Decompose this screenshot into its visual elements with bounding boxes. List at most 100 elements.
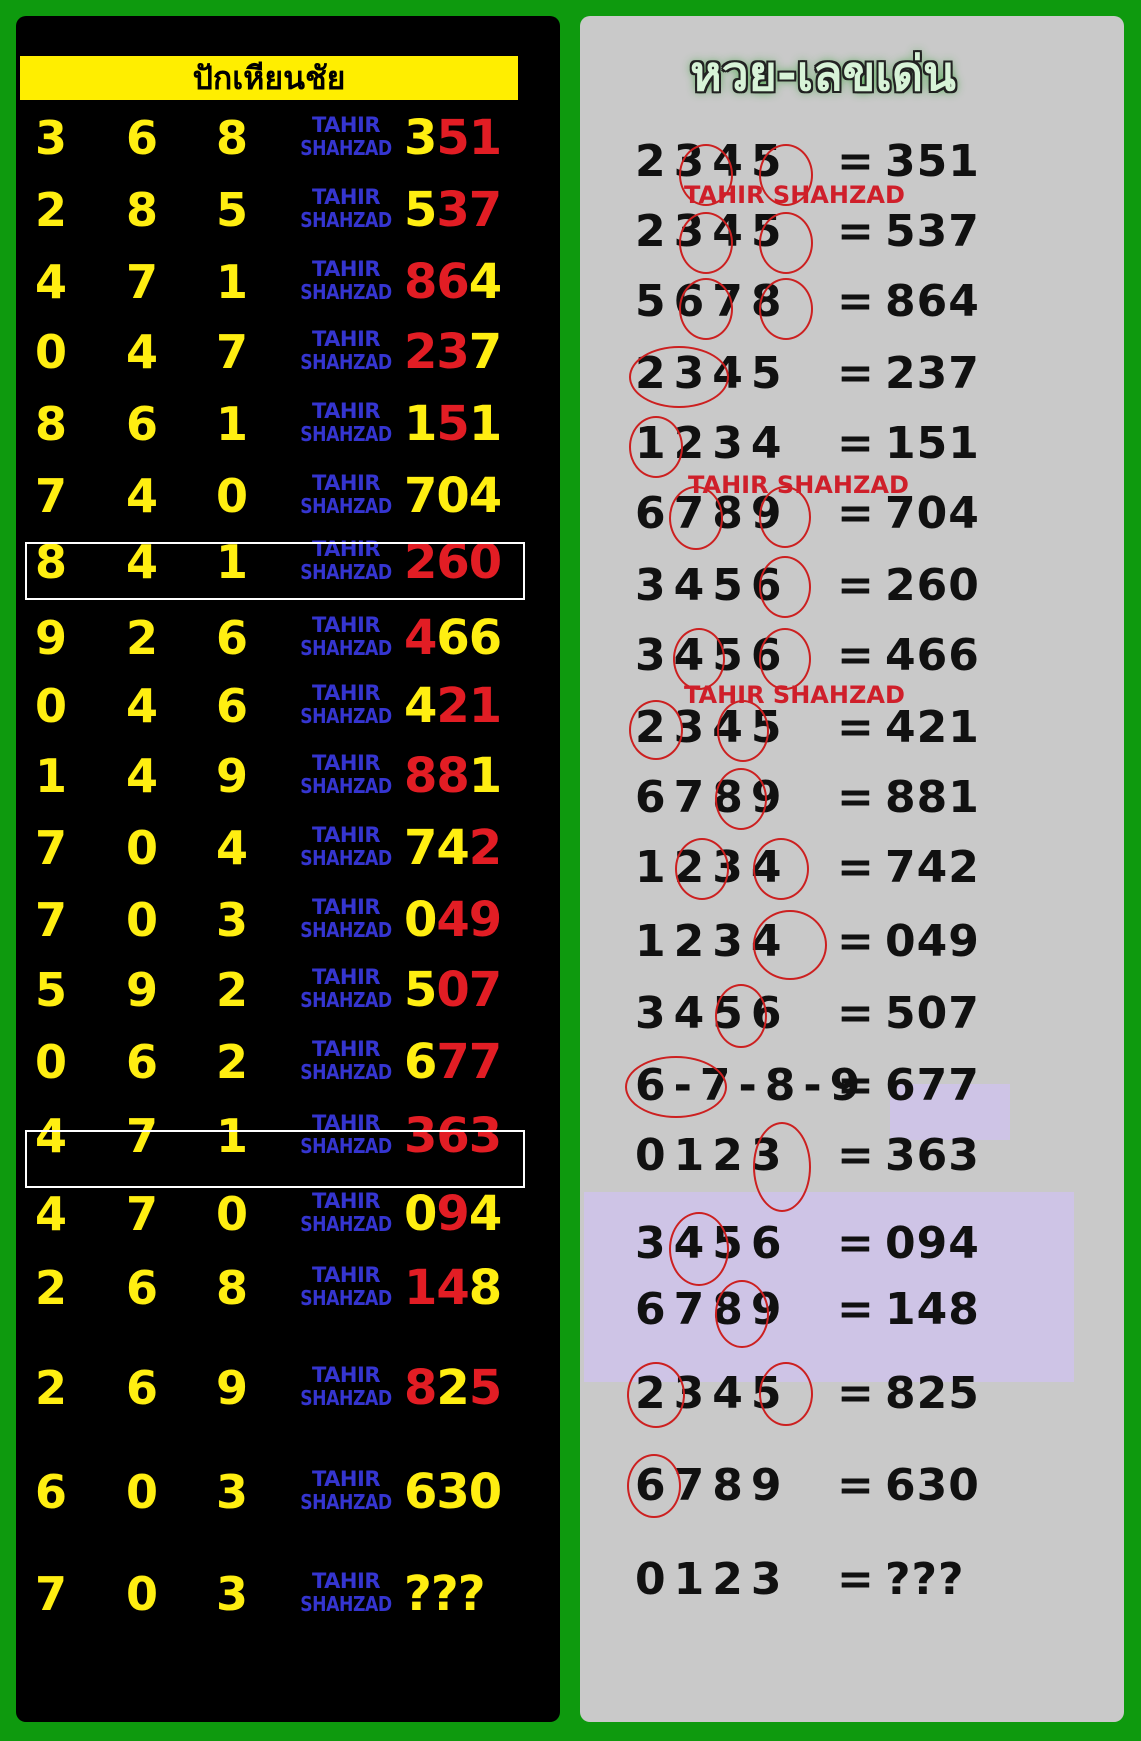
digit-sequence: 0123	[635, 1554, 790, 1605]
digit: 0	[125, 1465, 158, 1519]
watermark-line-1: TAHIR	[311, 823, 381, 847]
formula-value: ???	[885, 1554, 965, 1605]
result-segment: 86	[404, 254, 470, 310]
digit: 7	[34, 821, 67, 875]
digit: 2	[34, 1261, 67, 1315]
digit: 1	[215, 255, 248, 309]
digit: 3	[215, 1465, 248, 1519]
watermark-line-1: TAHIR	[311, 399, 381, 423]
circle-mark	[753, 838, 809, 900]
digit: 6	[215, 611, 248, 665]
watermark-line-1: TAHIR	[311, 185, 381, 209]
digit: 6	[125, 111, 158, 165]
watermark-line-2: SHAHZAD	[300, 494, 392, 518]
watermark-label: TAHIR SHAHZAD	[291, 1264, 401, 1310]
result-segment: 21	[436, 678, 502, 734]
result-number: 094	[404, 1184, 534, 1244]
watermark-label: TAHIR SHAHZAD	[684, 181, 905, 209]
formula-value: 677	[885, 1060, 980, 1111]
result-segment: 1	[404, 396, 437, 452]
result-segment: 5	[404, 962, 437, 1018]
result-segment: 66	[436, 610, 502, 666]
number-row: 6 0 3 TAHIR SHAHZAD 630	[16, 1462, 560, 1522]
circle-mark	[627, 1454, 681, 1518]
digit: 6	[125, 397, 158, 451]
watermark-label: TAHIR SHAHZAD	[291, 1190, 401, 1236]
watermark-label: TAHIR SHAHZAD	[291, 328, 401, 374]
equals-sign: =	[837, 276, 874, 327]
result-number: ???	[404, 1564, 534, 1624]
watermark-line-1: TAHIR	[311, 1569, 381, 1593]
watermark-line-1: TAHIR	[311, 1189, 381, 1213]
watermark-line-2: SHAHZAD	[300, 988, 392, 1012]
watermark-label: TAHIR SHAHZAD	[291, 824, 401, 870]
digit: 7	[34, 469, 67, 523]
digit: 5	[34, 963, 67, 1017]
formula-value: 094	[885, 1218, 980, 1269]
digit: 4	[125, 469, 158, 523]
result-segment: 704	[404, 468, 502, 524]
digit: 9	[34, 611, 67, 665]
watermark-line-1: TAHIR	[311, 965, 381, 989]
formula-value: 049	[885, 916, 980, 967]
equals-sign: =	[837, 1460, 874, 1511]
result-number: 825	[404, 1358, 534, 1418]
watermark-line-2: SHAHZAD	[300, 136, 392, 160]
formula-value: 507	[885, 988, 980, 1039]
digit: 8	[125, 183, 158, 237]
result-segment: 6	[404, 1034, 437, 1090]
number-row: 4 7 1 TAHIR SHAHZAD 864	[16, 252, 560, 312]
result-segment: 2	[436, 1360, 469, 1416]
digit: 6	[125, 1261, 158, 1315]
number-row: 1 4 9 TAHIR SHAHZAD 881	[16, 746, 560, 806]
digit: 0	[34, 679, 67, 733]
digit: 8	[215, 111, 248, 165]
result-number: 630	[404, 1462, 534, 1522]
equals-sign: =	[837, 1368, 874, 1419]
formula-row: 1234 = 151	[635, 414, 1055, 474]
circle-mark	[629, 700, 683, 760]
digit: 4	[34, 1187, 67, 1241]
formula-value: 237	[885, 348, 980, 399]
watermark-line-1: TAHIR	[311, 1263, 381, 1287]
equals-sign: =	[837, 1218, 874, 1269]
watermark-line-2: SHAHZAD	[300, 280, 392, 304]
result-number: 049	[404, 890, 534, 950]
digit: 7	[34, 893, 67, 947]
digit: 1	[34, 749, 67, 803]
result-number: 704	[404, 466, 534, 526]
circle-mark	[627, 1362, 685, 1428]
watermark-line-1: TAHIR	[311, 327, 381, 351]
formula-value: 363	[885, 1130, 980, 1181]
equals-sign: =	[837, 630, 874, 681]
watermark-label: TAHIR SHAHZAD	[291, 472, 401, 518]
digit: 7	[125, 1187, 158, 1241]
digit: 0	[125, 821, 158, 875]
watermark-line-2: SHAHZAD	[300, 1286, 392, 1310]
number-row: 0 6 2 TAHIR SHAHZAD 677	[16, 1032, 560, 1092]
equals-sign: =	[837, 206, 874, 257]
circle-mark	[675, 838, 729, 900]
watermark-line-2: SHAHZAD	[300, 774, 392, 798]
digit: 2	[34, 183, 67, 237]
watermark-line-1: TAHIR	[311, 1467, 381, 1491]
number-row: 4 7 0 TAHIR SHAHZAD 094	[16, 1184, 560, 1244]
equals-sign: =	[837, 988, 874, 1039]
result-segment: ???	[404, 1566, 486, 1622]
digit: 0	[215, 469, 248, 523]
result-segment: 77	[436, 1034, 502, 1090]
formula-row: 0123 = 363	[635, 1126, 1055, 1186]
circle-mark	[715, 1280, 769, 1348]
digit: 0	[215, 1187, 248, 1241]
number-row: 5 9 2 TAHIR SHAHZAD 507	[16, 960, 560, 1020]
result-segment: 5	[468, 1360, 502, 1416]
circle-mark	[629, 346, 729, 408]
equals-sign: =	[837, 1554, 874, 1605]
equals-sign: =	[837, 560, 874, 611]
watermark-line-2: SHAHZAD	[300, 1490, 392, 1514]
watermark-line-2: SHAHZAD	[300, 1060, 392, 1084]
digit: 6	[125, 1035, 158, 1089]
result-segment: 5	[404, 182, 437, 238]
result-segment: 74	[404, 820, 470, 876]
formula-row: 3456 = 507	[635, 984, 1055, 1044]
